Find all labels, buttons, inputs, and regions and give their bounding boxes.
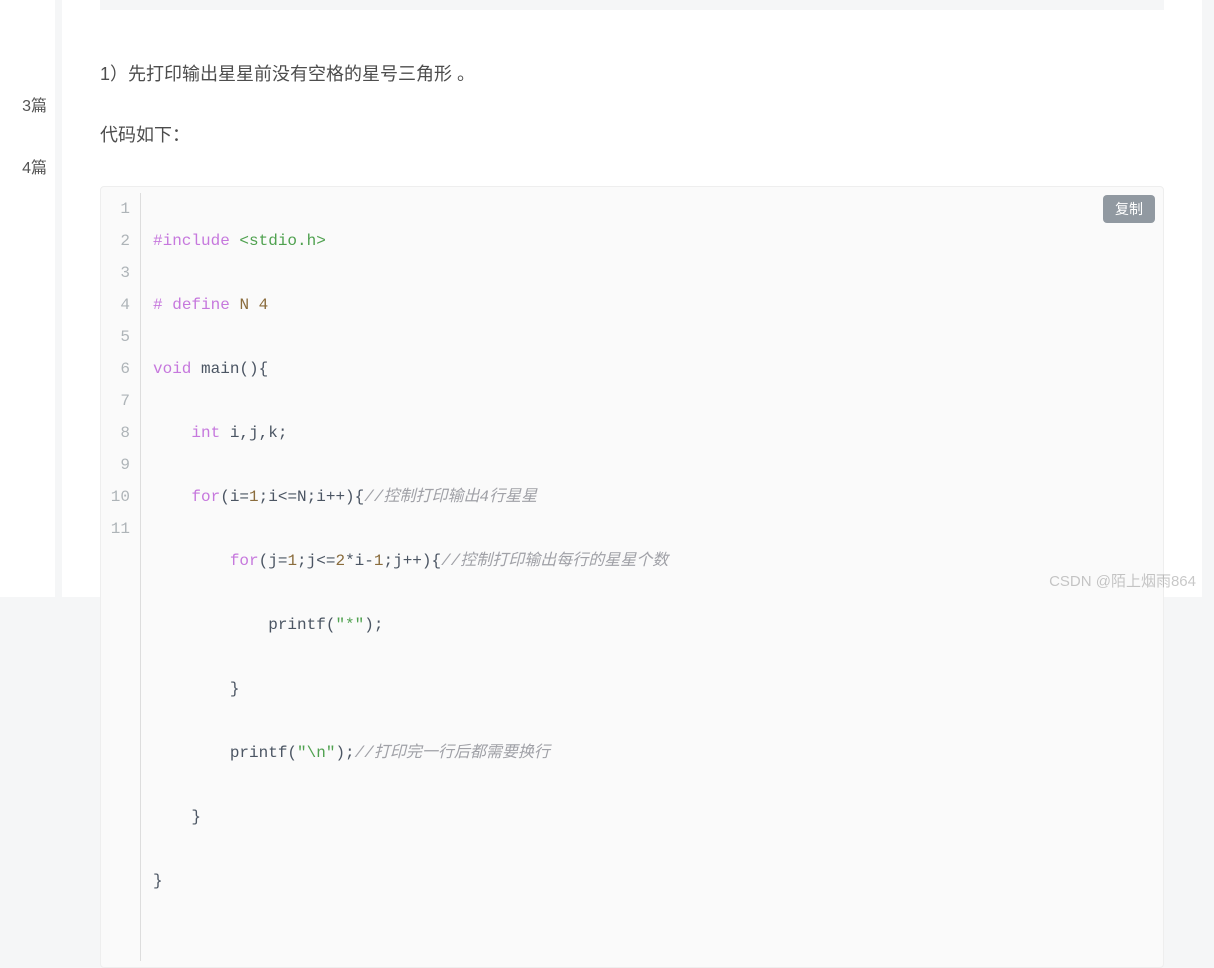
code-line: } [153, 865, 1163, 897]
code-line: printf("*"); [153, 609, 1163, 641]
code-lines: #include <stdio.h> # define N 4 void mai… [141, 193, 1163, 961]
paragraph-code-label: 代码如下： [100, 121, 1164, 150]
sidebar: 3篇 4篇 [0, 0, 55, 597]
sidebar-archive-item[interactable]: 4篇 [22, 150, 55, 182]
line-number: 6 [101, 353, 130, 385]
line-number: 2 [101, 225, 130, 257]
code-line: #include <stdio.h> [153, 225, 1163, 257]
code-line: # define N 4 [153, 289, 1163, 321]
line-number: 9 [101, 449, 130, 481]
paragraph-step-1: 1）先打印输出星星前没有空格的星号三角形 。 [100, 60, 1164, 89]
code-line: for(j=1;j<=2*i-1;j++){//控制打印输出每行的星星个数 [153, 545, 1163, 577]
code-line: } [153, 673, 1163, 705]
line-number: 7 [101, 385, 130, 417]
line-number: 11 [101, 513, 130, 545]
line-number: 4 [101, 289, 130, 321]
code-line: int i,j,k; [153, 417, 1163, 449]
line-number: 1 [101, 193, 130, 225]
article-main: 1）先打印输出星星前没有空格的星号三角形 。 代码如下： 复制 1 2 3 4 … [62, 0, 1202, 597]
code-line: printf("\n");//打印完一行后都需要换行 [153, 737, 1163, 769]
code-block: 复制 1 2 3 4 5 6 7 8 9 10 11 #include <std… [100, 186, 1164, 968]
copy-button[interactable]: 复制 [1103, 195, 1155, 223]
article-body: 1）先打印输出星星前没有空格的星号三角形 。 代码如下： 复制 1 2 3 4 … [62, 60, 1202, 968]
line-number: 5 [101, 321, 130, 353]
line-number: 3 [101, 257, 130, 289]
prev-code-block-edge [100, 0, 1164, 10]
code-content: 1 2 3 4 5 6 7 8 9 10 11 #include <stdio.… [101, 187, 1163, 967]
code-line: } [153, 801, 1163, 833]
code-line: void main(){ [153, 353, 1163, 385]
code-gutter: 1 2 3 4 5 6 7 8 9 10 11 [101, 193, 141, 961]
line-number: 8 [101, 417, 130, 449]
sidebar-archive-item[interactable]: 3篇 [22, 88, 55, 120]
code-line: for(i=1;i<=N;i++){//控制打印输出4行星星 [153, 481, 1163, 513]
line-number: 10 [101, 481, 130, 513]
